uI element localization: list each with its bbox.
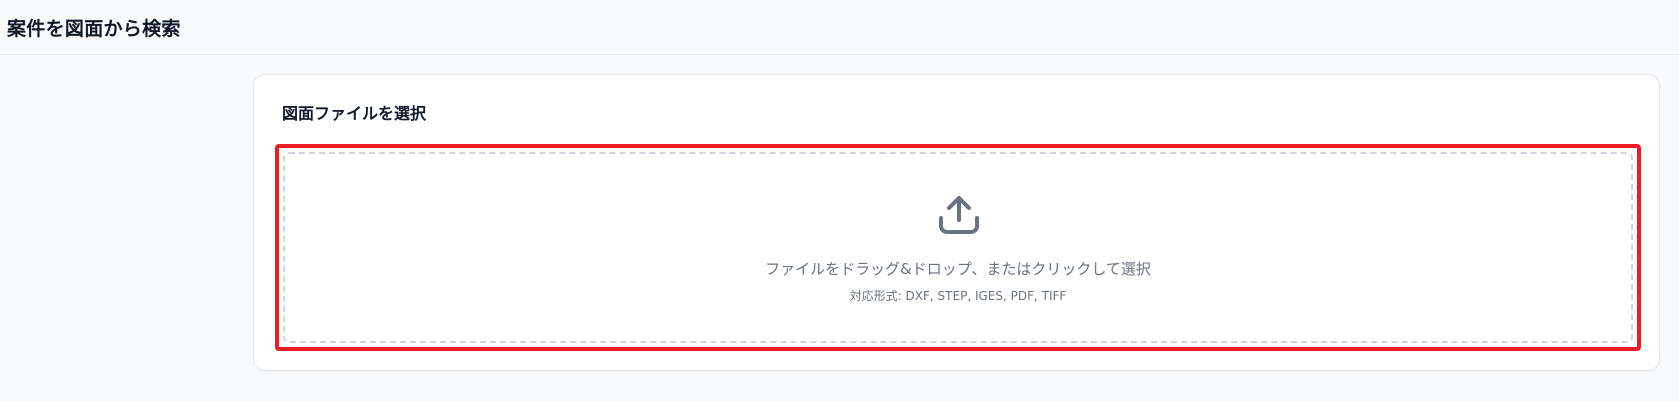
file-dropzone[interactable]: ファイルをドラッグ&ドロップ、またはクリックして選択 対応形式: DXF, ST… [283,152,1633,343]
page-header: 案件を図面から検索 [0,0,1679,55]
supported-formats: 対応形式: DXF, STEP, IGES, PDF, TIFF [849,289,1067,303]
dropzone-highlight: ファイルをドラッグ&ドロップ、またはクリックして選択 対応形式: DXF, ST… [275,144,1641,351]
dropzone-instruction: ファイルをドラッグ&ドロップ、またはクリックして選択 [765,260,1151,278]
upload-icon [935,190,983,238]
upload-card: 図面ファイルを選択 ファイルをドラッグ&ドロップ、またはクリックして選択 対応形… [253,74,1660,371]
page-title: 案件を図面から検索 [7,18,181,40]
upload-card-title: 図面ファイルを選択 [282,104,427,123]
